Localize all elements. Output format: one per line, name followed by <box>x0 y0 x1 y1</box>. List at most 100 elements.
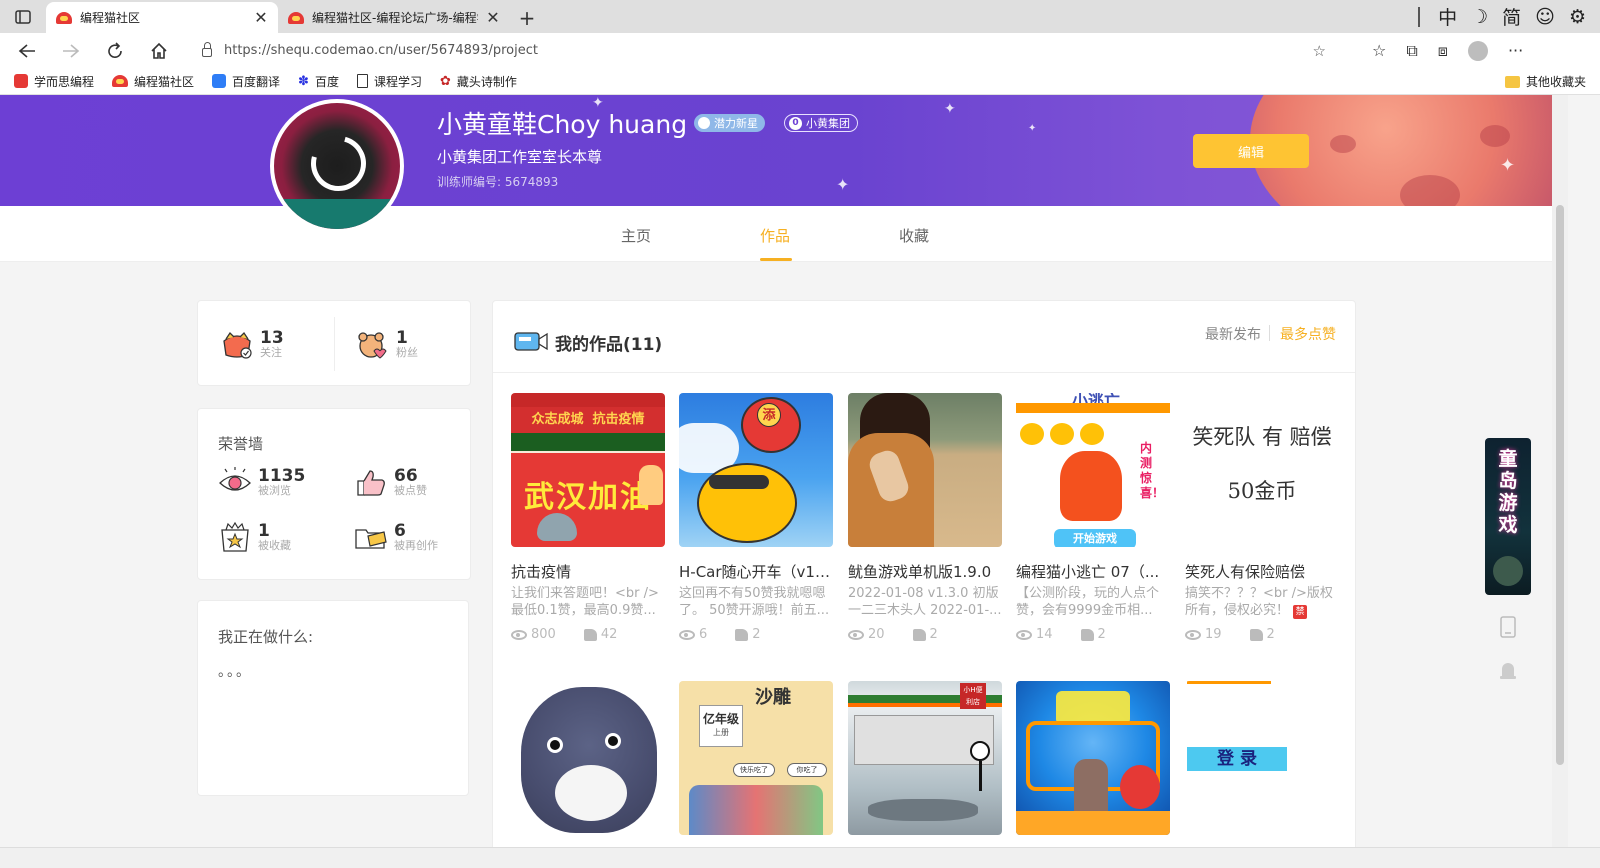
thumb-login-button: 登 录 <box>1187 747 1287 771</box>
bookmark-baidu[interactable]: ✽ 百度 <box>298 73 339 90</box>
bookmark-poem[interactable]: ✿ 藏头诗制作 <box>440 73 517 90</box>
sparkle-icon: ✦ <box>1500 155 1516 176</box>
page-scrollbar[interactable] <box>1552 95 1568 847</box>
forward-button[interactable] <box>49 33 93 68</box>
profile-avatar-icon[interactable] <box>1467 40 1488 61</box>
project-thumbnail[interactable]: 小逃亡 内测惊喜！ 开始游戏 <box>1016 393 1170 547</box>
project-card[interactable]: 登 录 <box>1185 681 1339 835</box>
project-card[interactable]: 沙雕 亿年级 上册 快乐吃了 你吃了 <box>679 681 833 835</box>
remix-stat: 6 被再创作 <box>354 522 438 552</box>
favorites-icon[interactable]: ☆ <box>1372 41 1386 60</box>
add-favorite-icon[interactable]: ☆ <box>1313 42 1326 60</box>
project-thumbnail[interactable] <box>511 681 665 835</box>
project-thumbnail[interactable]: 登 录 <box>1185 681 1339 835</box>
project-title[interactable]: 笑死人有保险赔偿 <box>1185 561 1339 582</box>
project-thumbnail[interactable]: 沙雕 亿年级 上册 快乐吃了 你吃了 <box>679 681 833 835</box>
project-card[interactable] <box>1016 681 1170 835</box>
like-count: 2 <box>1080 627 1106 642</box>
like-count: 2 <box>735 627 761 642</box>
project-card[interactable] <box>511 681 665 835</box>
user-name: 小黄童鞋Choy huang <box>437 110 688 139</box>
project-title[interactable]: 编程猫小逃亡 07（... <box>1016 561 1170 582</box>
scrollbar-thumb[interactable] <box>1556 205 1564 765</box>
sort-latest[interactable]: 最新发布 <box>1205 324 1261 344</box>
tab-actions-button[interactable] <box>0 0 46 33</box>
ime-chinese-icon[interactable]: 中 <box>1438 3 1457 30</box>
project-card[interactable]: 小H便利店 <box>848 681 1002 835</box>
project-card[interactable]: 小逃亡 内测惊喜！ 开始游戏 编程猫小逃亡 07（... 【公测阶段，玩的人点个… <box>1016 393 1170 642</box>
yellow-button <box>1050 423 1074 445</box>
eye-icon <box>1016 629 1032 640</box>
emoji-icon[interactable]: ☺ <box>1535 6 1555 28</box>
tab-favorites[interactable]: 收藏 <box>899 225 929 246</box>
bookmark-course[interactable]: 课程学习 <box>356 73 422 90</box>
side-mobile-button[interactable] <box>1490 609 1526 645</box>
side-notification-button[interactable] <box>1490 653 1526 689</box>
arrow-left-icon <box>18 43 35 58</box>
back-button[interactable] <box>5 33 49 68</box>
url-field[interactable]: https://shequ.codemao.cn/user/5674893/pr… <box>188 36 1348 65</box>
yellow-button <box>1080 423 1104 445</box>
close-tab-icon[interactable]: ✕ <box>254 8 268 27</box>
moon-icon[interactable]: ☽ <box>1471 6 1488 28</box>
thumbs-up-icon <box>1249 628 1263 641</box>
honor-wall-card: 荣誉墙 1135 被浏览 66 被点赞 1 被收藏 6 被再创作 <box>197 408 471 580</box>
other-bookmarks[interactable]: 其他收藏夹 <box>1504 73 1586 90</box>
project-thumbnail[interactable] <box>1016 681 1170 835</box>
favorites-label: 被收藏 <box>258 538 291 552</box>
thumb-cat <box>1120 765 1160 809</box>
project-meta: 20 2 <box>848 627 1002 642</box>
thumbs-up-icon <box>735 628 749 641</box>
new-tab-button[interactable]: + <box>510 2 544 33</box>
project-thumbnail[interactable]: 笑死队 有 赔偿 50金币 <box>1185 393 1339 547</box>
project-card[interactable]: 添 H-Car随心开车（v1.... 这回再不有50赞我就嗯嗯了。 50赞开源哦… <box>679 393 833 642</box>
project-thumbnail[interactable] <box>848 393 1002 547</box>
collections-icon[interactable]: ⧉ <box>1406 41 1417 61</box>
doing-card: 我正在做什么: 。。。 <box>197 600 469 796</box>
tab-home[interactable]: 主页 <box>621 225 651 246</box>
project-title[interactable]: H-Car随心开车（v1.... <box>679 561 833 582</box>
star-box-icon <box>221 522 249 552</box>
url-text: https://shequ.codemao.cn/user/5674893/pr… <box>224 43 538 58</box>
bookmark-baidu-translate[interactable]: 百度翻译 <box>212 73 280 90</box>
more-menu-icon[interactable]: ··· <box>1508 41 1523 60</box>
view-count: 6 <box>679 627 707 642</box>
fans-stat[interactable]: 1 粉丝 <box>356 329 418 359</box>
follow-stat[interactable]: 13 关注 <box>220 329 284 359</box>
project-card[interactable]: 鱿鱼游戏单机版1.9.0 2022-01-08 v1.3.0 初版 一二三木头人… <box>848 393 1002 642</box>
browser-tab-inactive[interactable]: 编程猫社区-编程论坛广场-编程学 ✕ <box>278 2 510 33</box>
works-panel: 我的作品(11) 最新发布 最多点赞 众志成城 抗击疫情 武汉加油 抗击疫情 让… <box>492 300 1356 847</box>
bookmark-codemao[interactable]: 编程猫社区 <box>112 73 194 90</box>
settings-gear-icon[interactable]: ⚙ <box>1569 6 1586 28</box>
browser-tab-active[interactable]: 编程猫社区 ✕ <box>46 2 278 33</box>
view-count-value: 19 <box>1205 627 1222 642</box>
home-button[interactable] <box>137 33 181 68</box>
project-card[interactable]: 众志成城 抗击疫情 武汉加油 抗击疫情 让我们来答题吧！<br />最低0.1赞… <box>511 393 665 642</box>
arrow-right-icon <box>63 43 80 58</box>
close-tab-icon[interactable]: ✕ <box>486 8 500 27</box>
doing-title: 我正在做什么: <box>218 628 314 646</box>
project-card[interactable]: 笑死队 有 赔偿 50金币 笑死人有保险赔偿 搞笑不？？？<br />版权所有，… <box>1185 393 1339 642</box>
works-title: 我的作品(11) <box>555 335 663 355</box>
bookmark-xueersi[interactable]: 学而思编程 <box>14 73 94 90</box>
project-thumbnail[interactable]: 小H便利店 <box>848 681 1002 835</box>
status-bar <box>0 847 1600 868</box>
follow-label: 关注 <box>260 345 282 359</box>
group-badge: 0 小黄集团 <box>784 114 858 132</box>
refresh-button[interactable] <box>93 33 137 68</box>
sort-most-liked[interactable]: 最多点赞 <box>1280 324 1336 344</box>
simplified-icon[interactable]: 简 <box>1502 3 1521 30</box>
thumb-grade: 亿年级 <box>702 712 739 726</box>
project-title[interactable]: 抗击疫情 <box>511 561 665 582</box>
extensions-icon[interactable]: ⧈ <box>1438 41 1448 61</box>
side-game-promo[interactable]: 童岛游戏 <box>1485 438 1531 595</box>
edit-profile-button[interactable]: 编辑 <box>1193 134 1309 168</box>
baidu-paw-icon: ✽ <box>298 73 309 89</box>
remix-count: 6 <box>394 520 406 541</box>
tab-works[interactable]: 作品 <box>760 225 790 246</box>
project-title[interactable]: 鱿鱼游戏单机版1.9.0 <box>848 561 1002 582</box>
project-thumbnail[interactable]: 众志成城 抗击疫情 武汉加油 <box>511 393 665 547</box>
eye-icon <box>1185 629 1201 640</box>
project-thumbnail[interactable]: 添 <box>679 393 833 547</box>
sparkle-icon: ✦ <box>944 101 956 117</box>
